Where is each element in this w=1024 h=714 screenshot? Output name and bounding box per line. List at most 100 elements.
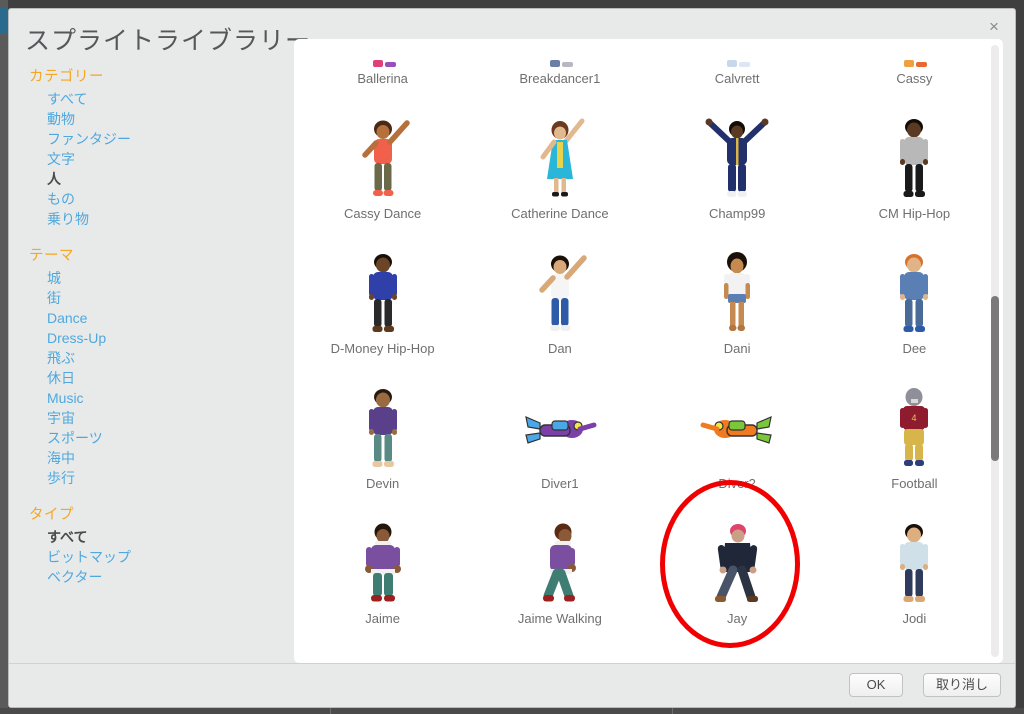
sidebar-item[interactable]: 乗り物 (19, 209, 289, 229)
sprite-thumbnail-icon (514, 377, 606, 475)
ok-button[interactable]: OK (849, 673, 903, 697)
close-icon[interactable]: × (983, 17, 1005, 39)
sprite-thumbnail-icon: 4 (868, 377, 960, 475)
sprite-thumbnail-icon (337, 377, 429, 475)
sprite-cell[interactable]: Dee (826, 231, 1003, 366)
sprite-cell[interactable]: Jaime Walking (471, 501, 648, 636)
sidebar-item[interactable]: Dance (19, 308, 289, 328)
sprite-cell[interactable]: Jaime (294, 501, 471, 636)
sprite-label: Dani (723, 341, 751, 356)
sidebar-item[interactable]: 文字 (19, 149, 289, 169)
sprite-grid: Ballerina Breakdancer1 Calvrett Cassy Cassy … (294, 39, 1003, 663)
sprite-thumbnail-icon (337, 39, 429, 70)
sprite-cell[interactable]: Ballerina (294, 39, 471, 96)
sidebar-item[interactable]: ベクター (19, 567, 289, 587)
nav-group-title: タイプ (29, 507, 74, 523)
sidebar: カテゴリー すべて 動物 ファンタジー 文字人もの 乗り物 テーマ城街 Dance Dress-… (19, 64, 289, 667)
sprite-label: Football (891, 476, 938, 491)
taskbar-strip (0, 708, 1024, 714)
sprite-cell[interactable]: D-Money Hip-Hop (294, 231, 471, 366)
sprite-cell[interactable]: Diver1 (471, 366, 648, 501)
sprite-label: Diver1 (541, 476, 579, 491)
sprite-cell[interactable]: Dani (649, 231, 826, 366)
sidebar-item[interactable]: もの (19, 189, 289, 209)
nav-group: テーマ城街 Dance Dress-Up 飛ぶ 休日 Music 宇宙 スポーツ 海中 歩行 (19, 243, 289, 488)
sprite-label: Catherine Dance (511, 206, 609, 221)
sprite-label: Champ99 (708, 206, 766, 221)
sprite-label: Diver2 (718, 476, 756, 491)
sprite-grid-panel: Ballerina Breakdancer1 Calvrett Cassy Cassy … (294, 39, 1003, 663)
sidebar-item[interactable]: 城 (19, 268, 289, 288)
sprite-cell[interactable]: CM Hip-Hop (826, 96, 1003, 231)
sprite-label: Breakdancer1 (519, 71, 601, 86)
sprite-cell[interactable]: 4 Football (826, 366, 1003, 501)
taskbar-separator (330, 708, 331, 714)
sidebar-item[interactable]: Dress-Up (19, 328, 289, 348)
sprite-label: Jaime Walking (517, 611, 602, 626)
sprite-thumbnail-icon (337, 107, 429, 205)
sprite-thumbnail-icon (337, 512, 429, 610)
sprite-cell[interactable]: Cassy Dance (294, 96, 471, 231)
sidebar-item[interactable]: 動物 (19, 109, 289, 129)
sidebar-item[interactable]: ファンタジー (19, 129, 289, 149)
sprite-cell[interactable] (294, 636, 471, 663)
sprite-cell[interactable]: Cassy (826, 39, 1003, 96)
sprite-thumbnail-icon (868, 242, 960, 340)
sprite-label: Calvrett (714, 71, 760, 86)
sprite-cell[interactable]: Champ99 (649, 96, 826, 231)
sprite-thumbnail-icon (868, 512, 960, 610)
sidebar-item[interactable]: 宇宙 (19, 408, 289, 428)
sprite-cell[interactable]: Calvrett (649, 39, 826, 96)
sidebar-item[interactable]: スポーツ (19, 428, 289, 448)
sprite-cell[interactable]: Diver2 (649, 366, 826, 501)
sprite-library-dialog: スプライトライブラリー × カテゴリー すべて 動物 ファンタジー 文字人もの 乗り物 テー… (8, 8, 1016, 708)
sprite-cell[interactable] (471, 636, 648, 663)
svg-text:4: 4 (912, 413, 917, 423)
sprite-thumbnail-icon (691, 377, 783, 475)
sidebar-item[interactable]: 休日 (19, 368, 289, 388)
sprite-label: Cassy Dance (343, 206, 422, 221)
nav-group: タイプすべて ビットマップ ベクター (19, 502, 289, 587)
window-chrome-left-edge (0, 0, 8, 714)
cancel-button[interactable]: 取り消し (922, 673, 1001, 697)
sprite-label: Dan (547, 341, 572, 356)
sidebar-item[interactable]: 人 (19, 169, 289, 189)
sidebar-item[interactable]: 街 (19, 288, 289, 308)
sprite-label: Cassy (896, 71, 933, 86)
sprite-thumbnail-icon (514, 107, 606, 205)
sprite-label: Devin (366, 476, 400, 491)
sprite-label: Jay (727, 611, 748, 626)
window-chrome-accent (0, 8, 8, 34)
sprite-thumbnail-icon (868, 39, 960, 70)
sidebar-item[interactable]: 歩行 (19, 468, 289, 488)
sprite-label: Jodi (902, 611, 927, 626)
sidebar-item[interactable]: すべて (19, 527, 289, 547)
sprite-grid-scroll-viewport[interactable]: Ballerina Breakdancer1 Calvrett Cassy Cassy … (294, 39, 1003, 663)
nav-group: カテゴリーすべて 動物 ファンタジー 文字人もの 乗り物 (19, 64, 289, 229)
taskbar-separator (672, 708, 673, 714)
sprite-cell[interactable]: Breakdancer1 (471, 39, 648, 96)
sprite-cell[interactable]: Catherine Dance (471, 96, 648, 231)
sprite-label: D-Money Hip-Hop (330, 341, 435, 356)
sprite-label: Ballerina (357, 71, 408, 86)
page-title: スプライトライブラリー (25, 27, 312, 55)
grid-scrollbar-track[interactable] (991, 45, 999, 657)
nav-group-title: テーマ (29, 248, 74, 264)
sprite-thumbnail-icon (691, 39, 783, 70)
sidebar-item[interactable]: 海中 (19, 448, 289, 468)
sprite-label: CM Hip-Hop (878, 206, 951, 221)
nav-group-title: カテゴリー (29, 69, 104, 85)
sprite-cell[interactable]: Jay (649, 501, 826, 636)
sprite-thumbnail-icon (691, 242, 783, 340)
sprite-thumbnail-icon (868, 107, 960, 205)
grid-scrollbar-thumb[interactable] (991, 295, 999, 462)
sprite-cell[interactable]: Devin (294, 366, 471, 501)
sprite-cell[interactable]: Dan (471, 231, 648, 366)
sidebar-item[interactable]: 飛ぶ (19, 348, 289, 368)
sprite-cell[interactable]: Jodi (826, 501, 1003, 636)
sidebar-item[interactable]: ビットマップ (19, 547, 289, 567)
sidebar-item[interactable]: Music (19, 388, 289, 408)
sprite-cell[interactable] (649, 636, 826, 663)
sidebar-item[interactable]: すべて (19, 89, 289, 109)
sprite-cell[interactable] (826, 636, 1003, 663)
